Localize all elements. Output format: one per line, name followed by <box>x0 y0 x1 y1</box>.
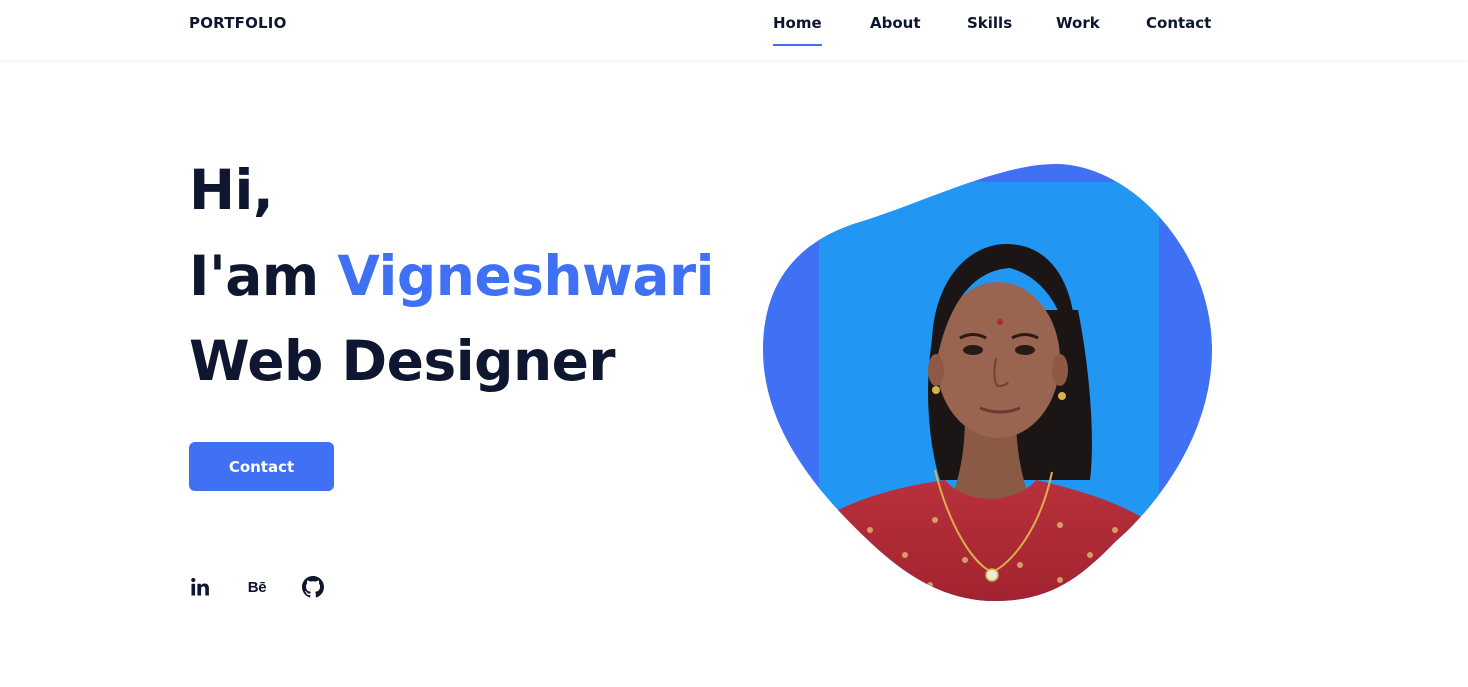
nav-home[interactable]: Home <box>773 14 822 46</box>
behance-link[interactable]: Bē <box>244 575 270 599</box>
nav-work[interactable]: Work <box>1056 14 1100 46</box>
hero-role: Web Designer <box>189 329 616 393</box>
nav-skills[interactable]: Skills <box>967 14 1012 46</box>
linkedin-link[interactable] <box>189 575 211 599</box>
hero-greeting: Hi, <box>189 158 274 222</box>
behance-icon: Bē <box>247 578 267 596</box>
nav-about[interactable]: About <box>870 14 921 46</box>
site-logo[interactable]: PORTFOLIO <box>189 14 287 32</box>
github-icon <box>302 576 324 598</box>
nav-contact[interactable]: Contact <box>1146 14 1211 46</box>
profile-photo <box>763 164 1212 601</box>
hero-intro-prefix: I'am <box>189 244 338 308</box>
hero-intro: I'am Vigneshwari <box>189 249 714 304</box>
site-header: PORTFOLIO Home About Skills Work Contact <box>0 0 1468 60</box>
contact-button[interactable]: Contact <box>189 442 334 491</box>
hero-name: Vigneshwari <box>337 244 714 308</box>
profile-image <box>760 160 1216 604</box>
github-link[interactable] <box>301 575 325 599</box>
linkedin-icon <box>191 577 209 596</box>
